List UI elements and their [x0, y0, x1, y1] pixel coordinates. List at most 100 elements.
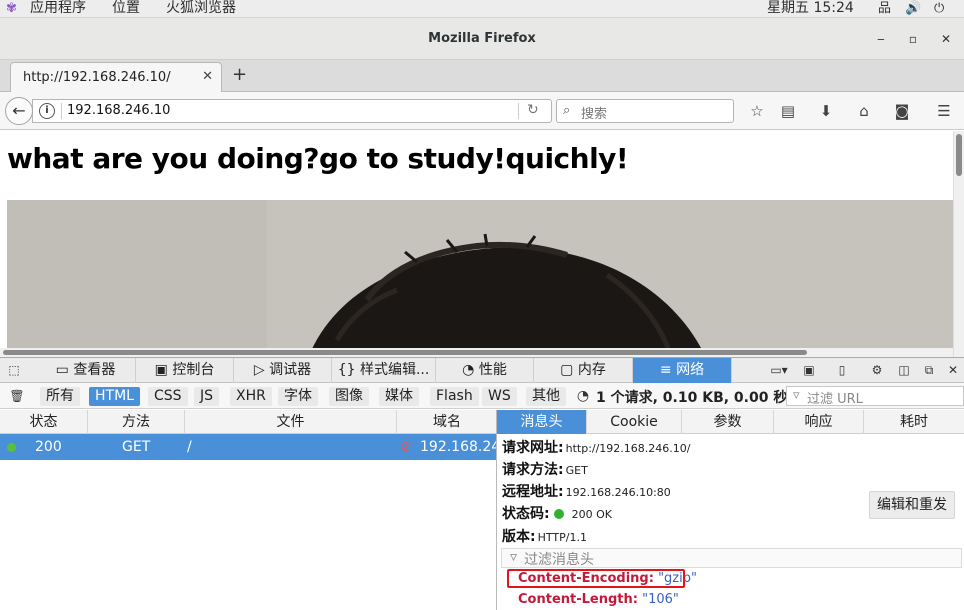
search-bar[interactable]: ⌕ 搜索: [556, 99, 734, 123]
status-code-value[interactable]: 200 OK: [572, 508, 612, 521]
search-icon: ⌕: [563, 103, 571, 118]
clock[interactable]: 星期五 15:24: [767, 0, 854, 17]
tab-debugger[interactable]: ▷ 调试器: [234, 358, 332, 383]
url-bar[interactable]: i 192.168.246.10 ↻: [32, 99, 552, 123]
responsive-mode-icon[interactable]: ▯: [833, 361, 851, 379]
column-status[interactable]: 状态: [0, 410, 88, 434]
version-value[interactable]: HTTP/1.1: [538, 531, 587, 544]
column-method[interactable]: 方法: [88, 410, 185, 434]
filter-media[interactable]: 媒体: [379, 387, 419, 406]
filter-flash[interactable]: Flash: [430, 387, 479, 406]
url-separator-right: [518, 103, 519, 119]
element-picker-icon[interactable]: ⬚: [5, 361, 23, 379]
pocket-icon[interactable]: ◙: [892, 101, 912, 121]
search-placeholder: 搜索: [581, 107, 608, 122]
tab-inspector-label: 查看器: [73, 362, 116, 378]
tab-cookies[interactable]: Cookie: [587, 410, 682, 434]
tab-style-editor[interactable]: {} 样式编辑...: [332, 358, 436, 383]
tab-timings[interactable]: 耗时: [864, 410, 964, 434]
undock-window-icon[interactable]: ⧉: [920, 361, 938, 379]
header-value: "106": [642, 592, 679, 607]
request-status: 200: [35, 439, 62, 455]
reload-icon[interactable]: ↻: [527, 102, 539, 118]
home-icon[interactable]: ⌂: [854, 101, 874, 121]
scroll-thumb[interactable]: [956, 134, 962, 176]
url-text[interactable]: 192.168.246.10: [67, 103, 170, 118]
close-tab-icon[interactable]: ✕: [202, 69, 213, 84]
filter-other[interactable]: 其他: [526, 387, 566, 406]
tab-style-editor-label: 样式编辑...: [359, 362, 430, 378]
bookmark-star-icon[interactable]: ☆: [747, 101, 767, 121]
column-file[interactable]: 文件: [185, 410, 397, 434]
filter-xhr[interactable]: XHR: [230, 387, 272, 406]
request-file: /: [187, 439, 192, 455]
back-button[interactable]: ←: [5, 97, 33, 125]
page-heading: what are you doing?go to study!quichly!: [7, 142, 629, 175]
tab-performance-label: 性能: [478, 362, 507, 378]
version-row: 版本: HTTP/1.1: [502, 526, 587, 546]
filter-fonts[interactable]: 字体: [278, 387, 318, 406]
filter-images[interactable]: 图像: [329, 387, 369, 406]
maximize-button[interactable]: ▫: [903, 29, 923, 49]
filter-ws[interactable]: WS: [482, 387, 517, 406]
request-list-empty-area: [0, 460, 497, 610]
page-vertical-scrollbar[interactable]: [953, 131, 964, 357]
power-icon[interactable]: ⏻: [934, 1, 944, 17]
tab-strip: http://192.168.246.10/ ✕ +: [0, 60, 964, 93]
tab-network-label: 网络: [676, 362, 705, 378]
hscroll-thumb[interactable]: [3, 350, 807, 355]
volume-icon[interactable]: 🔊: [905, 1, 921, 17]
network-filter-bar: 🗑 所有 HTML CSS JS XHR 字体 图像 媒体 Flash WS 其…: [0, 383, 964, 409]
network-icon[interactable]: 品: [878, 1, 891, 17]
performance-analysis-icon[interactable]: ◔: [574, 387, 592, 405]
filter-js[interactable]: JS: [194, 387, 220, 406]
table-row[interactable]: 200 GET / ⊘ 192.168.246: [0, 434, 509, 460]
close-devtools-icon[interactable]: ✕: [944, 361, 962, 379]
site-info-icon[interactable]: i: [39, 103, 55, 119]
response-header-content-length[interactable]: Content-Length: "106": [518, 592, 679, 607]
applications-icon[interactable]: ✾: [6, 2, 22, 16]
new-tab-button[interactable]: +: [232, 65, 247, 85]
tab-memory[interactable]: ▢ 内存: [534, 358, 633, 383]
request-method-row: 请求方法: GET: [502, 459, 588, 479]
minimize-button[interactable]: ‒: [871, 29, 891, 49]
tab-inspector[interactable]: ▭ 查看器: [36, 358, 136, 383]
tab-debugger-label: 调试器: [269, 362, 312, 378]
downloads-icon[interactable]: ⬇: [816, 101, 836, 121]
filter-all[interactable]: 所有: [40, 387, 80, 406]
dock-side-icon[interactable]: ◫: [895, 361, 913, 379]
close-window-button[interactable]: ✕: [936, 29, 956, 49]
bookmarks-list-icon[interactable]: ▤: [778, 101, 798, 121]
tab-headers[interactable]: 消息头: [497, 410, 587, 434]
split-console-icon[interactable]: ▣: [800, 361, 818, 379]
trash-icon[interactable]: 🗑: [8, 387, 26, 405]
tab-response[interactable]: 响应: [774, 410, 864, 434]
memory-icon: ▢: [560, 362, 578, 378]
tab-performance[interactable]: ◔ 性能: [436, 358, 534, 383]
menu-hamburger-icon[interactable]: ☰: [934, 101, 954, 121]
header-filter-input[interactable]: ▿ 过滤消息头: [501, 548, 962, 568]
filter-css[interactable]: CSS: [148, 387, 188, 406]
request-method-value[interactable]: GET: [566, 464, 588, 477]
overflow-tabs-icon[interactable]: ▭▾: [766, 361, 792, 379]
tab-params[interactable]: 参数: [682, 410, 774, 434]
column-domain[interactable]: 域名: [397, 410, 497, 434]
window-title: Mozilla Firefox: [428, 31, 536, 46]
settings-gear-icon[interactable]: ⚙: [868, 361, 886, 379]
filter-html[interactable]: HTML: [89, 387, 140, 406]
browser-tab[interactable]: http://192.168.246.10/ ✕: [10, 62, 222, 93]
details-tabs: 消息头 Cookie 参数 响应 耗时: [497, 410, 964, 434]
request-url-value[interactable]: http://192.168.246.10/: [566, 442, 691, 455]
remote-address-value[interactable]: 192.168.246.10:80: [566, 486, 671, 499]
request-url-row: 请求网址: http://192.168.246.10/: [502, 437, 691, 457]
applications-menu[interactable]: 应用程序: [30, 0, 86, 18]
page-horizontal-scrollbar[interactable]: [0, 348, 953, 357]
tab-console[interactable]: ▣ 控制台: [136, 358, 234, 383]
edit-and-resend-button[interactable]: 编辑和重发: [869, 491, 955, 519]
page-photo: [7, 200, 953, 357]
tab-network[interactable]: ≡ 网络: [633, 358, 732, 383]
firefox-app-menu[interactable]: 火狐浏览器: [166, 0, 236, 18]
places-menu[interactable]: 位置: [112, 0, 140, 18]
request-method: GET: [122, 439, 151, 455]
url-filter-input[interactable]: ▿ 过滤 URL: [786, 386, 964, 407]
